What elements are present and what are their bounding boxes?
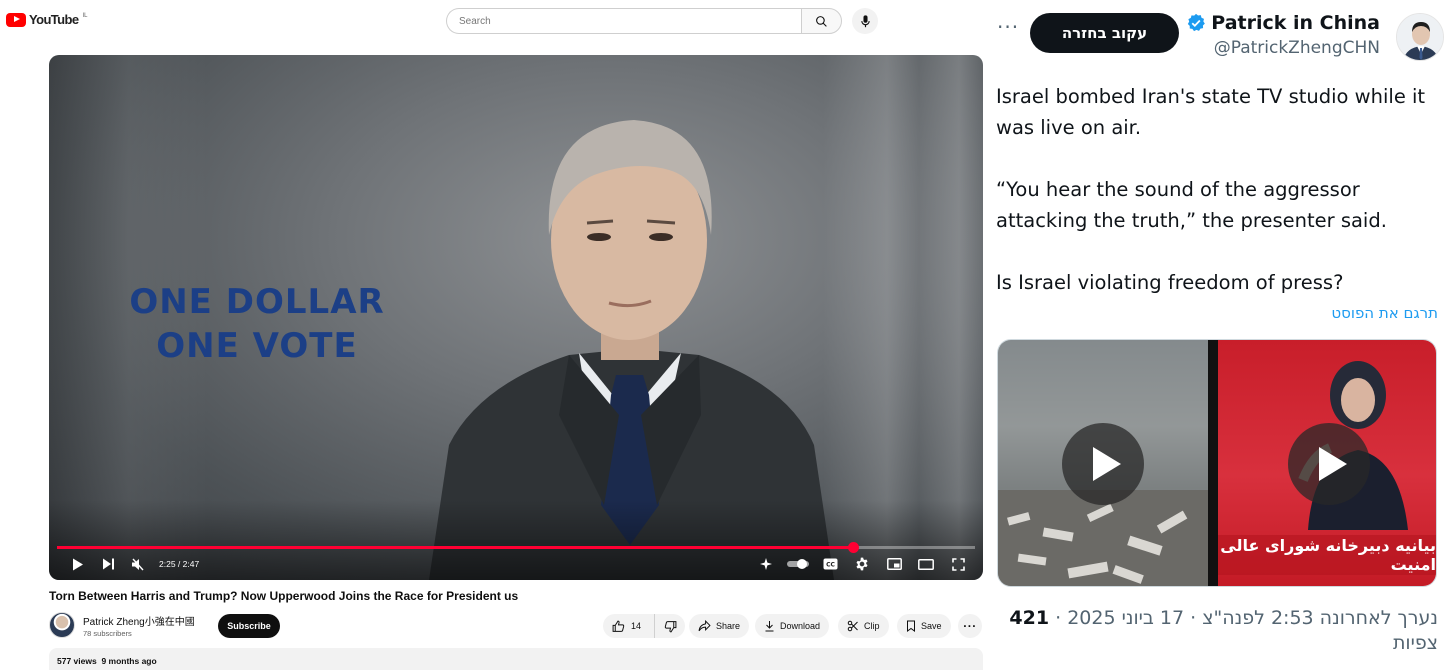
- display-name[interactable]: Patrick in China: [1211, 12, 1380, 34]
- miniplayer-icon: [886, 558, 902, 570]
- subscriber-count: 78 subscribers: [83, 628, 132, 638]
- profile-avatar[interactable]: [1396, 13, 1444, 61]
- like-button[interactable]: 14: [603, 614, 655, 638]
- video-overlay-text: ONE DOLLAR ONE VOTE: [121, 280, 393, 368]
- search-bar: Search: [446, 8, 842, 34]
- player-right-controls: CC: [751, 553, 973, 575]
- ai-sparkle-button[interactable]: [751, 553, 781, 575]
- media-news-banner: بیانیه دبیرخانه شورای عالی امنیت: [1218, 535, 1436, 575]
- view-count: 577 views: [57, 656, 97, 666]
- overlay-line-2: ONE VOTE: [156, 326, 358, 366]
- share-icon: [698, 620, 711, 632]
- search-icon: [816, 15, 827, 27]
- progress-fill: [57, 546, 853, 549]
- theater-icon: [918, 558, 934, 570]
- video-title: Torn Between Harris and Trump? Now Upper…: [49, 589, 519, 603]
- volume-muted-icon: [132, 558, 144, 570]
- follow-back-button[interactable]: עקוב בחזרה: [1030, 13, 1179, 53]
- like-dislike-group: 14: [603, 614, 685, 638]
- tweet-meta: נערך לאחרונה 2:53 לפנה"צ · 17 ביוני 2025…: [1008, 606, 1438, 656]
- miniplayer-button[interactable]: [879, 553, 909, 575]
- autoplay-toggle[interactable]: [783, 553, 813, 575]
- views-label: צפיות: [1392, 632, 1438, 654]
- settings-button[interactable]: [847, 553, 877, 575]
- scissors-icon: [847, 620, 858, 632]
- share-label: Share: [716, 621, 741, 631]
- tweet-paragraph: Is Israel violating freedom of press?: [996, 271, 1344, 294]
- upload-age: 9 months ago: [101, 656, 157, 666]
- save-label: Save: [921, 621, 942, 631]
- fullscreen-button[interactable]: [943, 553, 973, 575]
- microphone-icon: [860, 14, 870, 27]
- video-progress-bar[interactable]: [57, 542, 975, 553]
- channel-name[interactable]: Patrick Zheng小強在中國: [83, 613, 195, 628]
- captions-icon: CC: [823, 558, 837, 570]
- media-play-button-1[interactable]: [1062, 423, 1144, 505]
- youtube-play-icon: [6, 12, 26, 27]
- tweet-pane: ··· עקוב בחזרה Patrick in China @Patrick…: [990, 0, 1456, 670]
- overlay-line-1: ONE DOLLAR: [129, 282, 385, 322]
- media-video-2[interactable]: بیانیه دبیرخانه شورای عالی امنیت: [1218, 340, 1436, 586]
- search-button[interactable]: [801, 8, 842, 34]
- play-button[interactable]: [63, 553, 93, 575]
- more-options-button[interactable]: ···: [997, 15, 1019, 39]
- theater-mode-button[interactable]: [911, 553, 941, 575]
- toggle-icon: [787, 559, 809, 569]
- views-count: 421: [1009, 607, 1050, 629]
- sparkle-icon: [760, 558, 772, 570]
- media-play-button-2[interactable]: [1288, 423, 1370, 505]
- tweet-paragraph: Israel bombed Iran's state TV studio whi…: [996, 85, 1426, 139]
- translate-post-link[interactable]: תרגם את הפוסט: [1331, 304, 1438, 322]
- download-icon: [765, 621, 774, 632]
- svg-text:CC: CC: [826, 562, 835, 569]
- thumbs-down-icon: [664, 620, 676, 632]
- download-label: Download: [780, 621, 821, 631]
- voice-search-button[interactable]: [852, 8, 878, 34]
- youtube-region-code: IL: [82, 12, 88, 19]
- thumbs-up-icon: [612, 620, 625, 632]
- tweet-author: Patrick in China @PatrickZhengCHN: [1186, 12, 1380, 58]
- description-box[interactable]: 577 views 9 months ago: [49, 648, 983, 670]
- dislike-button[interactable]: [655, 614, 685, 638]
- next-icon: [102, 558, 114, 570]
- video-player[interactable]: ONE DOLLAR ONE VOTE 2:25 / 2:47 CC: [49, 55, 983, 580]
- play-icon: [73, 558, 83, 570]
- player-controls: 2:25 / 2:47 CC: [49, 553, 983, 575]
- like-count: 14: [631, 621, 642, 631]
- youtube-logo-text: YouTube: [29, 12, 79, 27]
- captions-button[interactable]: CC: [815, 553, 845, 575]
- youtube-logo[interactable]: YouTube IL: [6, 12, 88, 27]
- clip-label: Clip: [864, 621, 880, 631]
- channel-info: Patrick Zheng小強在中國 78 subscribers: [49, 612, 195, 638]
- edited-timestamp[interactable]: נערך לאחרונה 2:53 לפנה"צ · 17 ביוני 2025…: [1049, 607, 1438, 629]
- channel-avatar[interactable]: [49, 612, 75, 638]
- next-button[interactable]: [93, 553, 123, 575]
- share-button[interactable]: Share: [689, 614, 750, 638]
- gear-icon: [856, 557, 868, 571]
- save-button[interactable]: Save: [897, 614, 951, 638]
- mute-button[interactable]: [123, 553, 153, 575]
- progress-scrubber[interactable]: [847, 542, 859, 553]
- subscribe-button[interactable]: Subscribe: [218, 614, 280, 638]
- tweet-media: بیانیه دبیرخانه شورای عالی امنیت: [997, 339, 1437, 587]
- fullscreen-icon: [951, 557, 965, 571]
- media-video-1[interactable]: [998, 340, 1208, 586]
- clip-button[interactable]: Clip: [838, 614, 889, 638]
- more-actions-button[interactable]: ···: [958, 614, 982, 638]
- bookmark-icon: [907, 620, 915, 632]
- tweet-paragraph: “You hear the sound of the aggressor att…: [996, 178, 1387, 232]
- user-handle[interactable]: @PatrickZhengCHN: [1186, 38, 1380, 58]
- youtube-pane: YouTube IL Search ONE DOLLAR ONE VOTE 2:…: [0, 0, 990, 670]
- time-display: 2:25 / 2:47: [159, 559, 200, 569]
- download-button[interactable]: Download: [755, 614, 830, 638]
- verified-badge-icon: [1188, 13, 1206, 32]
- profile-photo: [1397, 14, 1443, 60]
- search-input[interactable]: Search: [446, 8, 801, 34]
- tweet-text: Israel bombed Iran's state TV studio whi…: [996, 81, 1446, 329]
